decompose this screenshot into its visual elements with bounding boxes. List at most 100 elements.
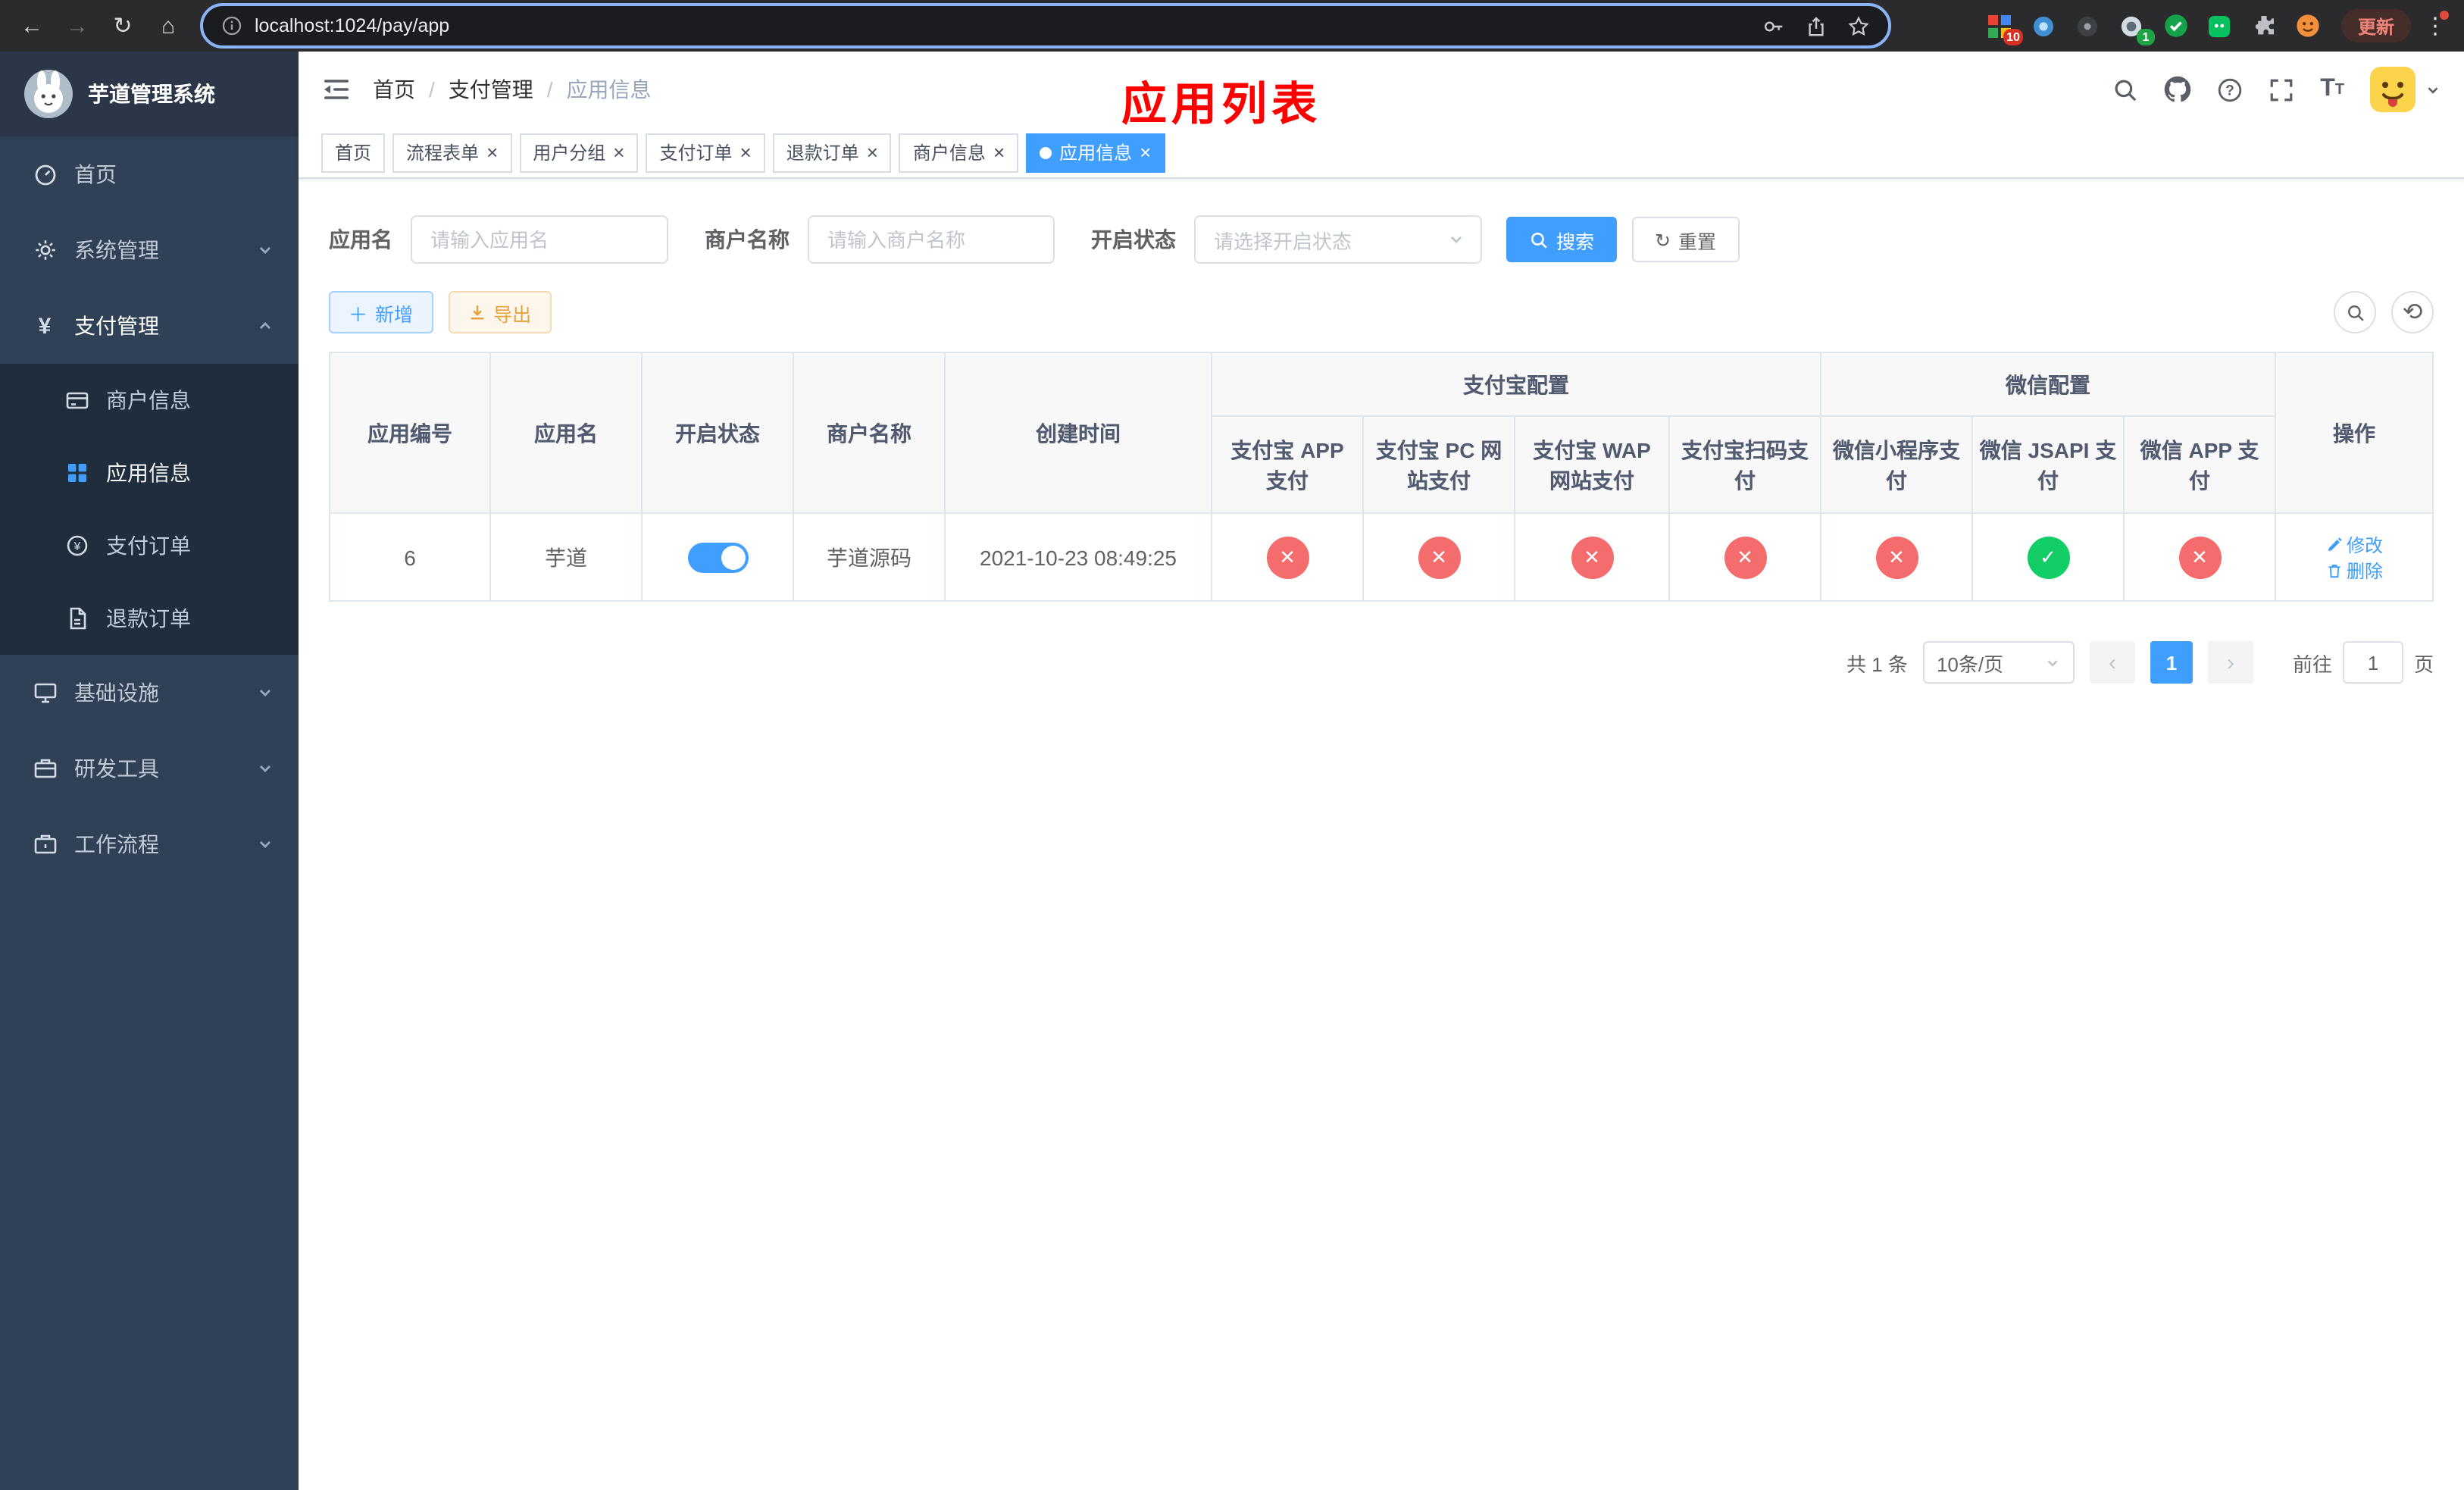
goto-label: 前往: [2292, 653, 2332, 675]
user-menu[interactable]: [2370, 67, 2441, 112]
search-button[interactable]: 搜索: [1506, 217, 1618, 262]
enabled-switch[interactable]: [687, 542, 748, 572]
tab-process-form[interactable]: 流程表单 ×: [392, 133, 512, 172]
status-icon: ✕: [1266, 536, 1309, 578]
next-page-button[interactable]: ›: [2207, 641, 2253, 684]
tab-user-group[interactable]: 用户分组 ×: [519, 133, 639, 172]
site-info-icon[interactable]: [221, 15, 242, 36]
col-wechat-jsapi: 微信 JSAPI 支付: [1972, 415, 2125, 514]
chevron-down-icon: [260, 690, 270, 696]
extension-dark-icon[interactable]: [2072, 9, 2105, 42]
status-icon: ✕: [1418, 536, 1460, 578]
status-select[interactable]: 请选择开启状态: [1194, 215, 1482, 264]
sidebar-menu: 首页 系统管理 ¥ 支付管理 商户信息 应用信息 ¥ 支付订单 退款订单 基础设…: [0, 136, 299, 882]
merchant-name-input[interactable]: [808, 215, 1055, 264]
browser-update-button[interactable]: 更新: [2340, 9, 2411, 42]
card-icon: [64, 387, 89, 413]
sidebar-item-home[interactable]: 首页: [0, 136, 299, 212]
browser-back-icon[interactable]: ←: [12, 6, 52, 45]
sidebar-item-refund-order[interactable]: 退款订单: [0, 582, 299, 655]
chevron-down-icon: [260, 841, 270, 848]
close-icon[interactable]: ×: [867, 142, 878, 162]
app-name-input[interactable]: [411, 215, 668, 264]
sidebar-item-merchant-info[interactable]: 商户信息: [0, 364, 299, 437]
sidebar-item-pay-order[interactable]: ¥ 支付订单: [0, 509, 299, 582]
url-bar[interactable]: localhost:1024/pay/app: [200, 3, 1891, 49]
sidebar-toggle-icon[interactable]: [321, 74, 352, 105]
tab-merchant-info[interactable]: 商户信息 ×: [899, 133, 1019, 172]
cell-wechat-app-status: ✕: [2122, 512, 2277, 602]
browser-forward-icon[interactable]: →: [58, 6, 97, 45]
extension-blue-icon[interactable]: [2028, 9, 2061, 42]
toggle-search-button[interactable]: [2334, 291, 2376, 333]
help-icon[interactable]: ?: [2217, 77, 2243, 102]
col-alipay-app: 支付宝 APP 支付: [1211, 415, 1364, 514]
prev-page-button[interactable]: ‹: [2089, 641, 2135, 684]
goto-page-input[interactable]: [2342, 641, 2403, 684]
avatar: [2370, 67, 2416, 112]
add-button[interactable]: ＋ 新增: [329, 291, 433, 333]
search-icon: [1531, 231, 1547, 248]
cell-alipay-app-status: ✕: [1211, 512, 1364, 602]
sidebar-item-infrastructure[interactable]: 基础设施: [0, 655, 299, 731]
cell-wechat-jsapi-status: ✓: [1972, 512, 2125, 602]
extension-grid-icon[interactable]: 10: [1984, 9, 2023, 45]
navbar-actions: ? TT: [2112, 67, 2441, 112]
sidebar-item-system[interactable]: 系统管理: [0, 212, 299, 288]
trash-icon: [2328, 564, 2340, 578]
fullscreen-icon[interactable]: [2269, 77, 2294, 102]
breadcrumb-payment[interactable]: 支付管理: [415, 74, 533, 105]
tab-app-info[interactable]: 应用信息 ×: [1026, 133, 1165, 172]
browser-home-icon[interactable]: ⌂: [149, 6, 188, 45]
breadcrumb-home[interactable]: 首页: [373, 74, 415, 105]
password-key-icon[interactable]: [1762, 14, 1785, 37]
browser-menu-icon[interactable]: ⋮: [2422, 11, 2449, 39]
extensions-puzzle-icon[interactable]: [2247, 9, 2281, 42]
bookmark-star-icon[interactable]: [1847, 14, 1870, 37]
extension-check-icon[interactable]: [2159, 9, 2193, 42]
top-navbar: 首页 支付管理 应用信息: [299, 52, 2464, 127]
col-created: 创建时间: [944, 352, 1212, 514]
tab-pay-order[interactable]: 支付订单 ×: [646, 133, 765, 172]
extension-badge: 1: [2136, 29, 2155, 45]
yen-icon: ¥: [38, 313, 52, 339]
close-icon[interactable]: ×: [993, 142, 1005, 162]
cell-alipay-pc-status: ✕: [1362, 512, 1515, 602]
omnibox-tools: [1762, 14, 1870, 37]
extension-face-icon[interactable]: [2291, 9, 2325, 42]
sidebar-item-app-info[interactable]: 应用信息: [0, 437, 299, 509]
svg-text:¥: ¥: [73, 540, 80, 553]
sidebar-item-payment[interactable]: ¥ 支付管理: [0, 288, 299, 364]
close-icon[interactable]: ×: [486, 142, 498, 162]
close-icon[interactable]: ×: [1140, 142, 1151, 162]
browser-reload-icon[interactable]: ↻: [103, 6, 142, 45]
page-number-1[interactable]: 1: [2150, 641, 2193, 684]
tab-refund-order[interactable]: 退款订单 ×: [772, 133, 892, 172]
delete-button[interactable]: 删除: [2325, 557, 2383, 583]
status-icon: ✕: [1571, 536, 1613, 578]
app-logo[interactable]: 芋道管理系统: [0, 52, 299, 136]
col-status: 开启状态: [641, 352, 794, 514]
status-icon: ✕: [2178, 536, 2222, 578]
refresh-table-button[interactable]: ⟲: [2391, 291, 2434, 333]
page-size-select[interactable]: 10条/页: [1922, 641, 2075, 684]
cell-status: [641, 512, 794, 602]
sidebar-item-workflow[interactable]: 工作流程: [0, 806, 299, 882]
header-search-icon[interactable]: [2112, 77, 2138, 102]
page-title: 应用列表: [1121, 80, 1321, 130]
reset-button[interactable]: ↻ 重置: [1632, 217, 1740, 262]
github-icon[interactable]: [2164, 76, 2191, 103]
tab-home[interactable]: 首页: [321, 133, 386, 172]
edit-button[interactable]: 修改: [2325, 531, 2383, 557]
sidebar-item-dev-tools[interactable]: 研发工具: [0, 731, 299, 806]
close-icon[interactable]: ×: [613, 142, 624, 162]
cell-actions: 修改 删除: [2275, 512, 2434, 602]
font-size-icon[interactable]: TT: [2320, 76, 2344, 103]
extension-chat-icon[interactable]: [2203, 9, 2237, 42]
extension-badged-icon[interactable]: 1: [2115, 9, 2155, 45]
browser-toolbar: ← → ↻ ⌂ localhost:1024/pay/app 10 1 更新 ⋮: [0, 0, 2464, 52]
share-icon[interactable]: [1805, 14, 1828, 37]
toolbox-icon: [32, 756, 58, 781]
close-icon[interactable]: ×: [740, 142, 752, 162]
export-button[interactable]: 导出: [448, 291, 552, 333]
